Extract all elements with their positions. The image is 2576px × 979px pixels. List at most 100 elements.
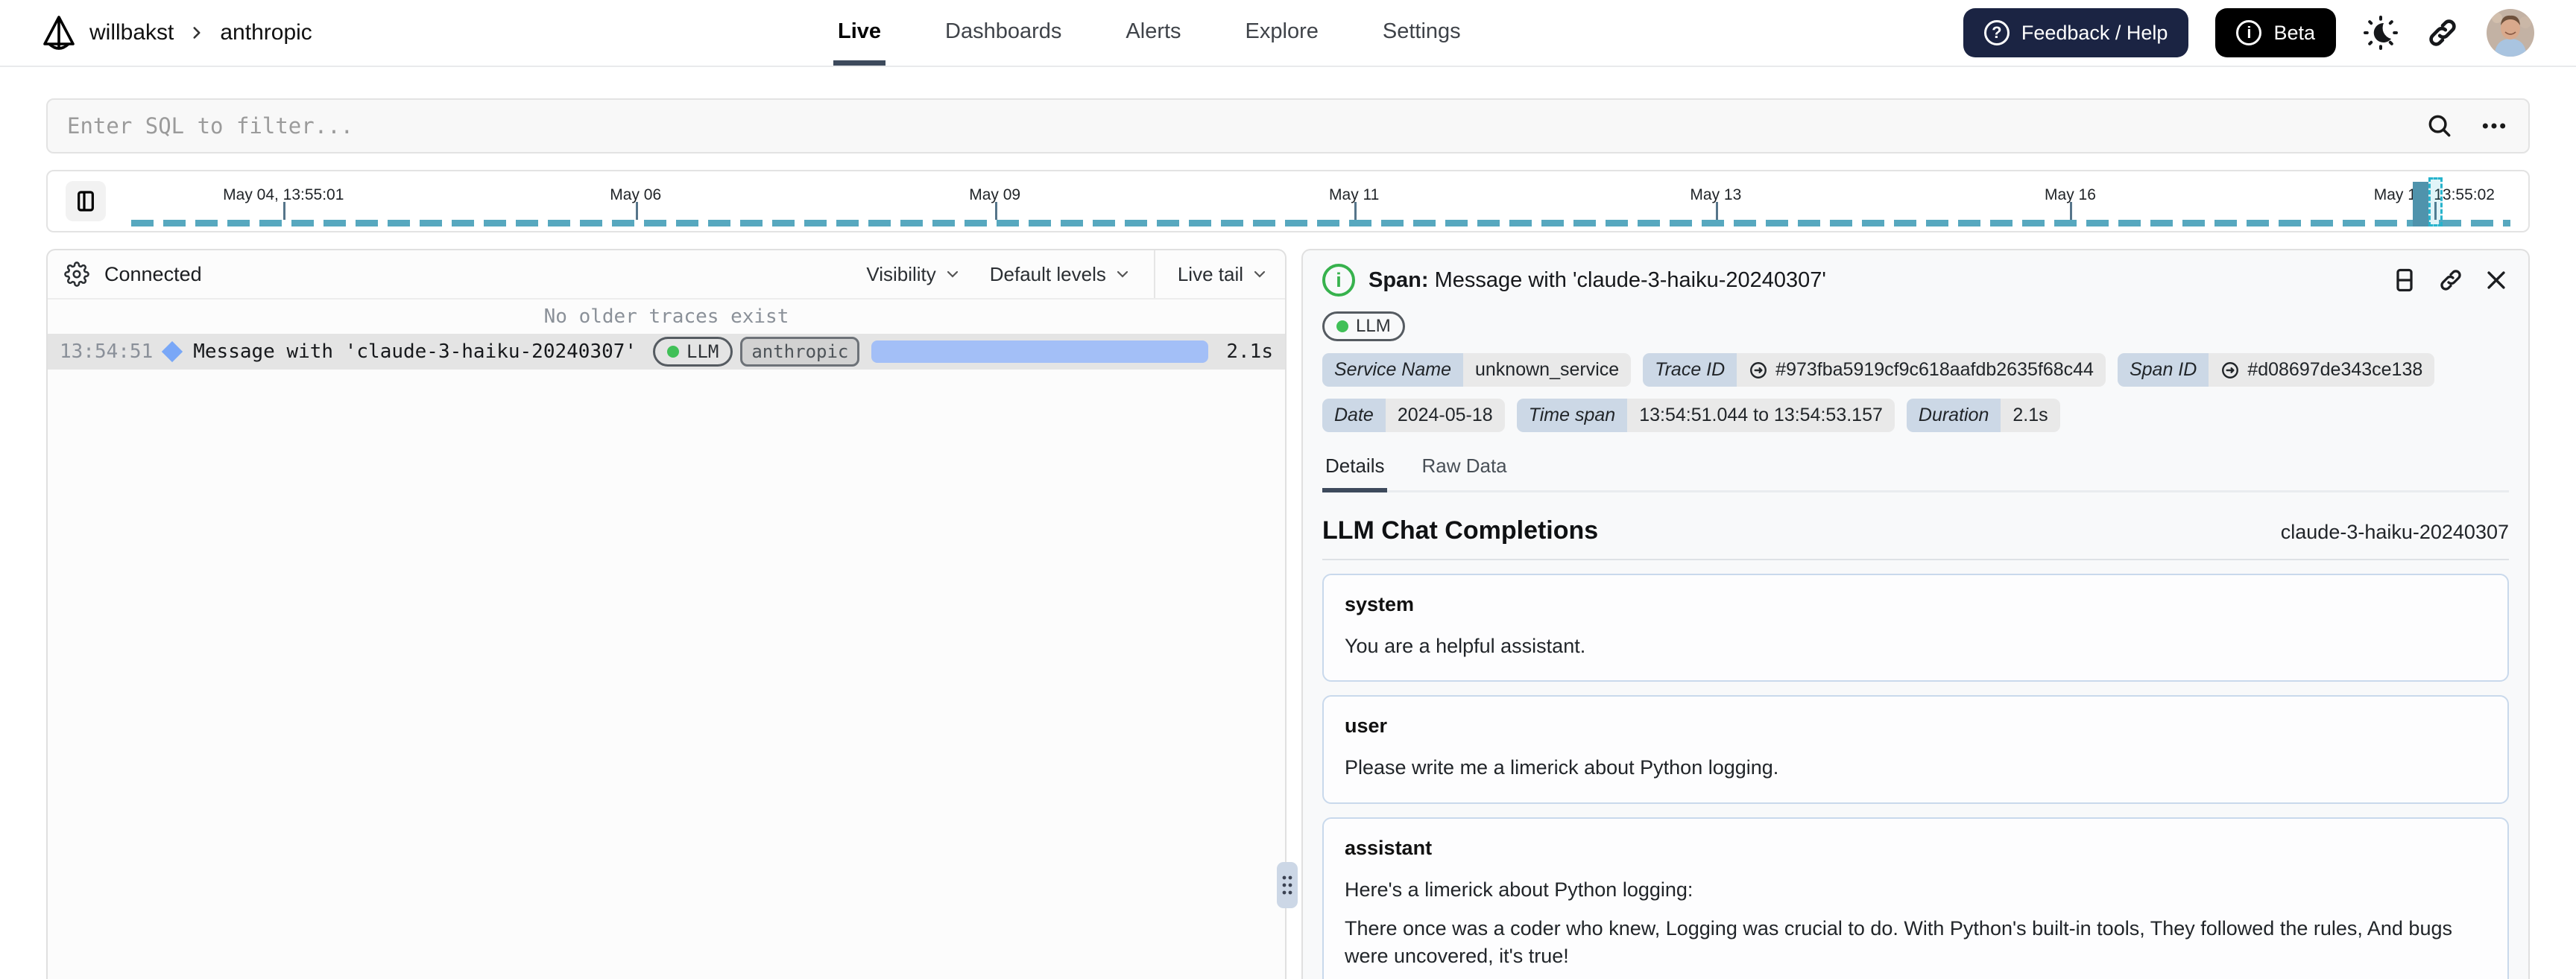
link-icon	[2429, 19, 2456, 46]
message-card-system: system You are a helpful assistant.	[1322, 574, 2509, 682]
sidebar-toggle-button[interactable]	[66, 181, 106, 221]
sql-filter-bar	[46, 98, 2530, 153]
llm-badge: LLM	[1322, 311, 1405, 341]
trace-duration: 2.1s	[1226, 340, 1273, 363]
panel-resize-handle[interactable]	[1277, 862, 1298, 908]
split-view-icon[interactable]	[2391, 267, 2418, 294]
source-badge: anthropic	[740, 337, 860, 367]
connection-status: Connected	[104, 262, 202, 285]
duration-chip[interactable]: Duration 2.1s	[1906, 399, 2060, 432]
green-dot-icon	[666, 346, 679, 358]
message-card-assistant: assistant Here's a limerick about Python…	[1322, 817, 2509, 979]
moon-sparkle-icon	[2364, 16, 2398, 50]
time-span-chip[interactable]: Time span 13:54:51.044 to 13:54:53.157	[1516, 399, 1895, 432]
traces-panel-header: Connected Visibility Default levels Live…	[48, 250, 1285, 300]
top-bar-actions: ? Feedback / Help i Beta	[1963, 8, 2534, 57]
nav-dashboards[interactable]: Dashboards	[941, 0, 1066, 66]
theme-toggle-button[interactable]	[2363, 15, 2399, 51]
span-status-info-icon: i	[1322, 264, 1355, 297]
tick-mark	[283, 202, 286, 220]
traces-panel: Connected Visibility Default levels Live…	[46, 249, 1287, 979]
llm-badge: LLM	[652, 337, 733, 367]
llm-section-header: LLM Chat Completions claude-3-haiku-2024…	[1322, 516, 2509, 545]
tick-mark	[1354, 202, 1357, 220]
trace-timestamp: 13:54:51	[60, 340, 154, 363]
message-content: Please write me a limerick about Python …	[1345, 756, 1779, 779]
span-diamond-icon	[162, 340, 183, 363]
breadcrumb: willbakst anthropic	[42, 14, 312, 51]
panel-toggle-icon	[78, 191, 94, 212]
message-content: There once was a coder who knew, Logging…	[1345, 917, 2452, 967]
span-header: i Span: Message with 'claude-3-haiku-202…	[1322, 264, 2509, 297]
span-detail-tabs: Details Raw Data	[1322, 454, 2509, 492]
sql-filter-input[interactable]	[67, 113, 2425, 139]
feedback-help-button[interactable]: ? Feedback / Help	[1963, 8, 2189, 57]
tab-details[interactable]: Details	[1322, 454, 1388, 492]
tick-mark	[994, 202, 997, 220]
default-levels-dropdown[interactable]: Default levels	[990, 263, 1131, 286]
app-logo-icon[interactable]	[42, 14, 76, 51]
no-older-traces-message: No older traces exist	[543, 305, 789, 328]
message-role: system	[1345, 593, 1415, 615]
link-icon	[2222, 361, 2239, 378]
green-dot-icon	[1336, 320, 1348, 332]
nav-settings[interactable]: Settings	[1378, 0, 1465, 66]
model-name: claude-3-haiku-20240307	[2280, 521, 2509, 543]
question-icon: ?	[1983, 20, 2010, 45]
message-content: Here's a limerick about Python logging:	[1345, 878, 1693, 901]
span-id-chip[interactable]: Span ID #d08697de343ce138	[2117, 353, 2435, 387]
trace-row[interactable]: 13:54:51 Message with 'claude-3-haiku-20…	[48, 334, 1285, 370]
message-role: assistant	[1345, 836, 1433, 859]
live-tail-dropdown[interactable]: Live tail	[1178, 263, 1269, 286]
close-icon[interactable]	[2484, 267, 2509, 293]
tick-mark	[2070, 202, 2073, 220]
date-chip[interactable]: Date 2024-05-18	[1322, 399, 1505, 432]
service-name-chip[interactable]: Service Name unknown_service	[1322, 353, 1632, 387]
message-content: You are a helpful assistant.	[1345, 635, 1586, 657]
more-options-icon[interactable]	[2479, 111, 2509, 141]
copy-link-button[interactable]	[2425, 16, 2460, 50]
chevron-down-icon	[1254, 270, 1266, 278]
tick-mark	[1715, 202, 1718, 220]
grip-dots-icon	[1282, 875, 1292, 895]
time-selection-brush[interactable]	[2428, 177, 2443, 226]
histogram-baseline	[131, 220, 2510, 226]
nav-explore[interactable]: Explore	[1241, 0, 1323, 66]
span-properties-row-1: Service Name unknown_service Trace ID #9…	[1322, 353, 2509, 387]
nav-live[interactable]: Live	[833, 0, 886, 66]
divider	[1322, 559, 2509, 560]
chevron-down-icon	[947, 270, 958, 278]
link-icon	[1750, 361, 1767, 378]
breadcrumb-project[interactable]: anthropic	[220, 20, 312, 45]
chevron-down-icon	[1117, 270, 1128, 278]
trace-id-chip[interactable]: Trace ID #973fba5919cf9c618aafdb2635f68c…	[1643, 353, 2106, 387]
message-role: user	[1345, 715, 1388, 738]
visibility-dropdown[interactable]: Visibility	[866, 263, 961, 286]
time-range-histogram: May 04, 13:55:01 May 06 May 09 May 11 Ma…	[46, 170, 2530, 232]
chevron-right-icon	[193, 27, 201, 39]
beta-button[interactable]: i Beta	[2215, 8, 2336, 57]
message-card-user: user Please write me a limerick about Py…	[1322, 695, 2509, 804]
avatar-image	[2487, 9, 2534, 57]
top-bar: willbakst anthropic Live Dashboards Aler…	[0, 0, 2576, 67]
trace-title: Message with 'claude-3-haiku-20240307'	[193, 340, 637, 363]
span-detail-panel: i Span: Message with 'claude-3-haiku-202…	[1301, 249, 2530, 979]
main-nav: Live Dashboards Alerts Explore Settings	[833, 0, 1465, 66]
histogram-bar[interactable]	[2413, 182, 2429, 226]
span-properties-row-2: Date 2024-05-18 Time span 13:54:51.044 t…	[1322, 399, 2509, 432]
span-title: Span: Message with 'claude-3-haiku-20240…	[1368, 267, 1826, 292]
gear-icon[interactable]	[64, 262, 89, 287]
divider	[1153, 250, 1155, 298]
main-split-view: Connected Visibility Default levels Live…	[46, 249, 2530, 979]
histogram-chart[interactable]: May 04, 13:55:01 May 06 May 09 May 11 Ma…	[131, 171, 2510, 231]
tab-raw-data[interactable]: Raw Data	[1418, 454, 1509, 492]
duration-bar	[871, 340, 1209, 363]
section-title: LLM Chat Completions	[1322, 516, 1599, 545]
user-avatar[interactable]	[2487, 9, 2534, 57]
tick-mark	[635, 202, 638, 220]
link-icon[interactable]	[2437, 267, 2464, 294]
info-icon: i	[2236, 20, 2262, 45]
search-icon[interactable]	[2425, 112, 2454, 140]
nav-alerts[interactable]: Alerts	[1121, 0, 1185, 66]
breadcrumb-org[interactable]: willbakst	[89, 20, 174, 45]
